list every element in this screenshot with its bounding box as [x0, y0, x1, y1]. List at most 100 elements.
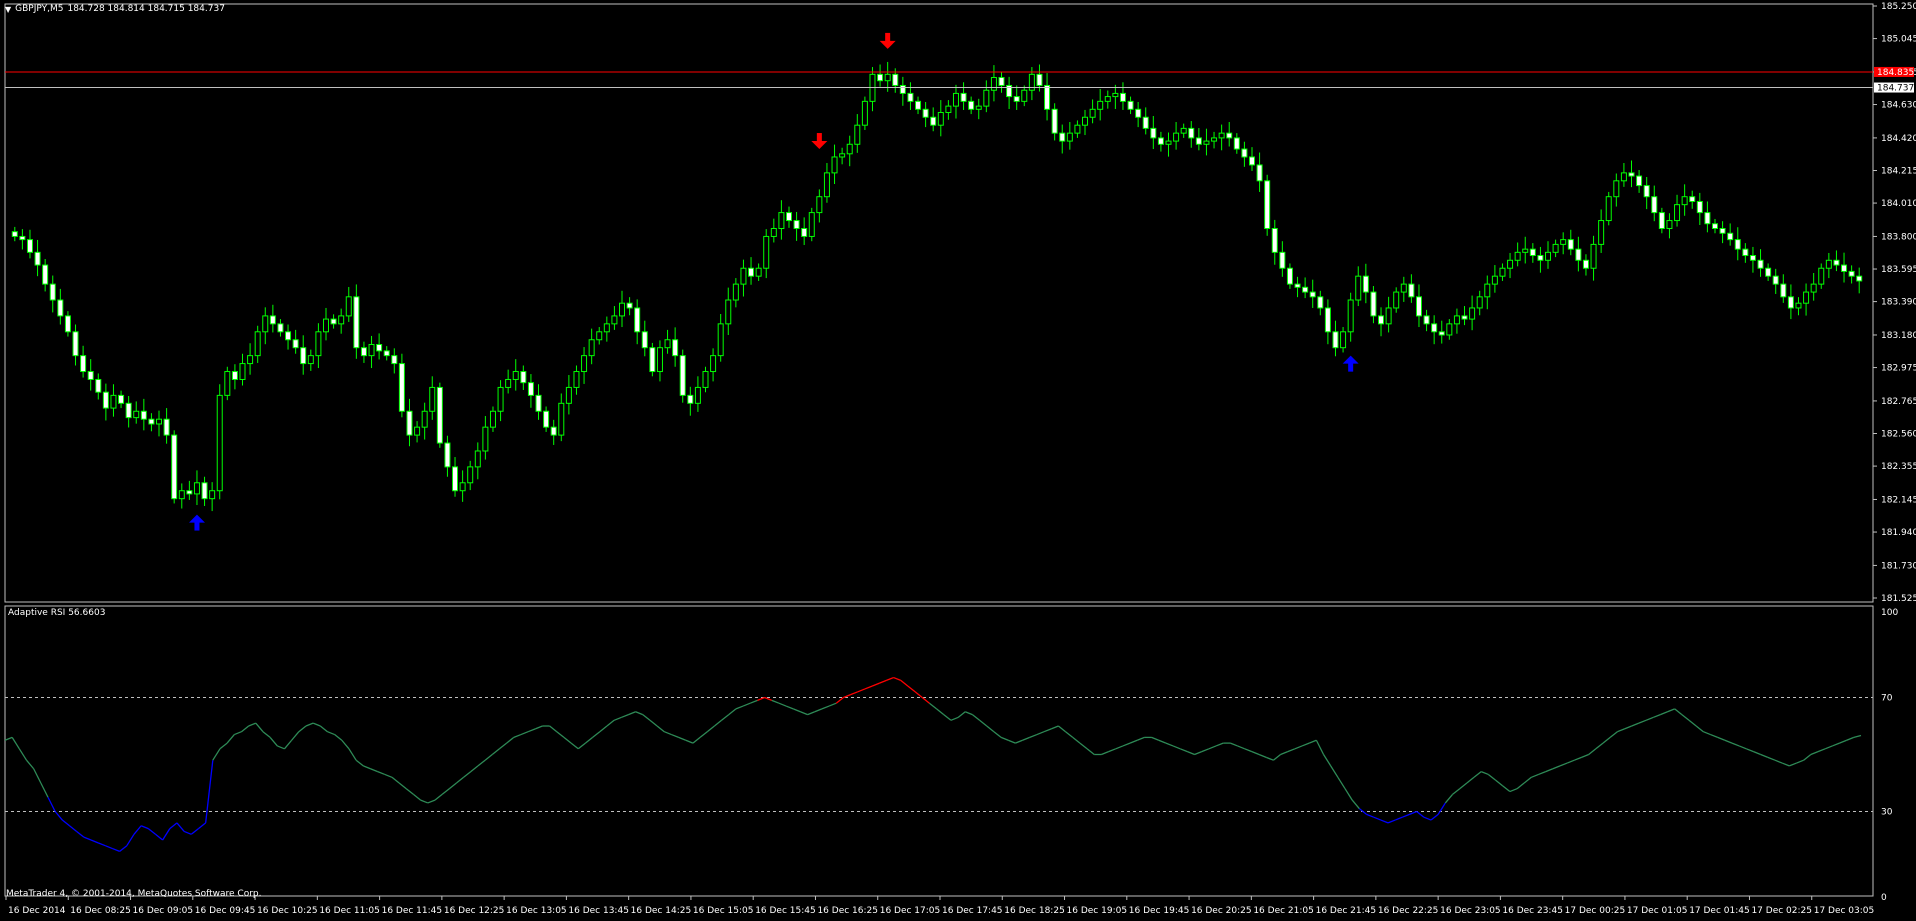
time-tick-label: 16 Dec 14:25: [631, 906, 692, 916]
candle: [930, 107, 937, 132]
candle: [1142, 107, 1149, 135]
rsi-segment: [312, 722, 321, 727]
candle-body: [558, 402, 565, 436]
candle-body: [1727, 232, 1734, 241]
candle-body: [1658, 212, 1665, 229]
candle: [1203, 128, 1210, 156]
rsi-segment: [1588, 748, 1597, 756]
candle-body: [1772, 275, 1779, 285]
candle-body: [110, 394, 117, 409]
candle: [785, 206, 792, 228]
candle: [854, 114, 861, 153]
rsi-segment: [1058, 725, 1066, 733]
candle-body: [1378, 315, 1385, 325]
rsi-segment: [112, 847, 120, 853]
candle-body: [884, 73, 891, 82]
rsi-segment: [1330, 765, 1339, 778]
rsi-segment: [1688, 719, 1697, 727]
candles-group: [11, 61, 1863, 512]
candle: [26, 229, 33, 259]
candle-body: [178, 490, 185, 500]
rsi-segment: [298, 725, 307, 733]
candle-body: [649, 347, 656, 373]
candle-body: [186, 490, 193, 495]
candle-body: [163, 418, 170, 436]
candle-body: [1340, 331, 1347, 349]
chart-canvas[interactable]: 185.250 185.045 184.835 184.630 184.420 184.2…: [0, 0, 1916, 921]
rsi-segment: [1552, 765, 1561, 770]
candle-body: [330, 318, 337, 325]
candle: [224, 366, 231, 401]
candle: [239, 353, 246, 386]
rsi-segment: [585, 736, 594, 744]
rsi-segment: [993, 731, 1002, 738]
candle: [1719, 221, 1726, 244]
candle-body: [763, 235, 770, 269]
candle: [1370, 286, 1377, 324]
candle-body: [1211, 137, 1218, 142]
candle-body: [1575, 248, 1582, 261]
candle-body: [907, 92, 914, 102]
rsi-segment: [83, 836, 92, 841]
candle: [823, 163, 830, 203]
rsi-segment: [879, 679, 887, 684]
rsi-segment: [47, 796, 56, 812]
time-tick-label: 16 Dec 19:45: [1129, 906, 1190, 916]
candle: [535, 384, 542, 420]
rsi-segment: [1308, 739, 1317, 744]
rsi-segment: [1043, 728, 1052, 733]
candle-body: [1279, 251, 1286, 269]
rsi-segment: [40, 782, 49, 798]
candle-body: [1119, 92, 1126, 102]
rsi-segment: [513, 733, 522, 739]
rsi-segment: [1265, 756, 1274, 761]
chart-menu-triangle-icon[interactable]: ▼: [5, 5, 11, 14]
candle: [474, 442, 481, 480]
candle: [1711, 218, 1718, 234]
candle: [1211, 131, 1218, 149]
candle: [899, 76, 906, 106]
rsi-segment: [835, 696, 844, 704]
candle: [421, 402, 428, 440]
candle: [383, 346, 390, 361]
rsi-segment: [1710, 733, 1718, 739]
rsi-segment: [1115, 745, 1124, 750]
rsi-segment: [1452, 788, 1461, 795]
time-tick-label: 17 Dec 03:05: [1814, 906, 1875, 916]
candle-body: [102, 391, 109, 409]
candle: [1294, 276, 1301, 298]
rsi-segment: [463, 771, 472, 778]
rsi-segment: [972, 714, 980, 721]
candle: [1598, 209, 1605, 253]
rsi-segment: [1108, 748, 1116, 753]
candle: [1044, 73, 1051, 121]
candle-body: [550, 426, 557, 436]
rsi-segment: [283, 739, 293, 750]
rsi-segment: [212, 748, 221, 761]
rsi-segment: [291, 731, 300, 741]
candle-body: [285, 331, 292, 341]
candle-body: [224, 371, 231, 396]
candle-body: [42, 264, 49, 285]
current-price-label: 184.737: [1877, 84, 1914, 94]
candle: [1355, 266, 1362, 307]
candle: [87, 359, 94, 391]
candle: [1332, 320, 1339, 357]
rsi-segment: [1789, 762, 1797, 767]
candle: [467, 460, 474, 491]
candle: [1537, 246, 1544, 273]
rsi-segment: [363, 765, 371, 770]
candle-body: [945, 105, 952, 113]
rsi-segment: [1760, 753, 1769, 758]
candle: [1119, 82, 1126, 110]
rsi-segment: [1402, 813, 1410, 818]
candle: [1605, 191, 1612, 226]
rsi-segment: [577, 742, 586, 750]
candle-body: [1681, 196, 1688, 206]
candle: [679, 349, 686, 403]
candle: [1696, 192, 1703, 226]
candle: [1833, 250, 1840, 272]
rsi-segment: [1086, 748, 1095, 756]
candle-body: [831, 156, 838, 174]
candle-body: [770, 227, 777, 237]
